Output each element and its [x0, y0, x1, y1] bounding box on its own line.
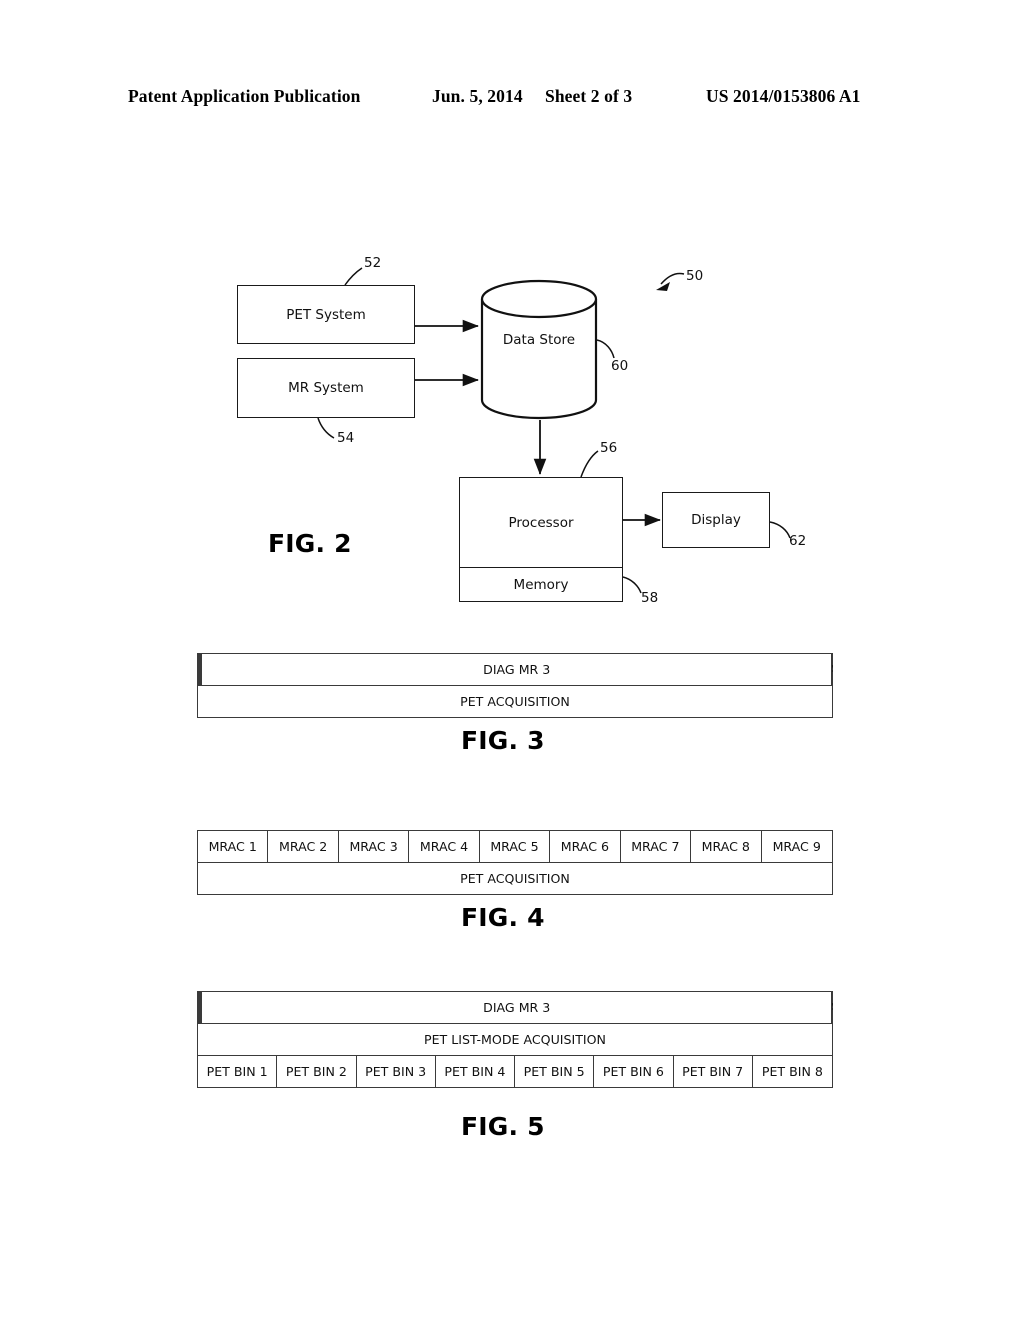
figure-3-caption: FIG. 3	[461, 726, 545, 755]
reference-numeral-56: 56	[600, 440, 618, 456]
timing-cell: PET BIN 8	[761, 1064, 823, 1079]
timing-cell: MRAC 8	[691, 831, 762, 862]
figure-5-timing-table: MRAC 1DIAG MR 1DIAG MR 2MRAC 2DIAG MR 3M…	[197, 991, 833, 1088]
figure-5-pet-row: PET LIST-MODE ACQUISITION	[198, 1023, 832, 1055]
timing-cell: PET BIN 2	[277, 1056, 357, 1087]
timing-cell: DIAG MR 3	[202, 654, 833, 685]
block-processor-label: Processor	[508, 514, 574, 531]
figure-5-mr-row: MRAC 1DIAG MR 1DIAG MR 2MRAC 2DIAG MR 3M…	[198, 992, 833, 1023]
figure-3-pet-acquisition-cell: PET ACQUISITION	[460, 694, 570, 709]
figure-5-bin-row: PET BIN 1 PET BIN 2 PET BIN 3 PET BIN 4 PET …	[198, 1055, 832, 1087]
figure-5-caption: FIG. 5	[461, 1112, 545, 1141]
figure-5-pet-listmode-cell: PET LIST-MODE ACQUISITION	[424, 1032, 606, 1047]
block-mr-system-label: MR System	[288, 380, 364, 396]
figure-4-timing-table: MRAC 1 MRAC 2 MRAC 3 MRAC 4 MRAC 5 MRAC 6 MRAC…	[197, 830, 833, 895]
block-display-label: Display	[691, 512, 741, 528]
figure-3-timing-table: MRAC 1DIAG MR 1DIAG MR 2MRAC 2DIAG MR 3M…	[197, 653, 833, 718]
timing-cell: MRAC 9	[772, 839, 821, 854]
reference-numeral-50: 50	[686, 268, 704, 284]
figure-3-mr-row: MRAC 1DIAG MR 1DIAG MR 2MRAC 2DIAG MR 3M…	[198, 654, 833, 685]
block-memory-label: Memory	[513, 576, 569, 593]
timing-cell: MRAC 4	[409, 831, 480, 862]
reference-numeral-62: 62	[789, 533, 807, 549]
figure-2-caption: FIG. 2	[268, 529, 352, 558]
timing-cell: DIAG MR 3	[202, 992, 833, 1023]
figure-4-caption: FIG. 4	[461, 903, 545, 932]
block-data-store: Data Store	[480, 279, 598, 420]
timing-cell: MRAC 3	[832, 654, 833, 685]
timing-cell: MRAC 3	[339, 831, 410, 862]
block-data-store-label: Data Store	[502, 332, 576, 348]
timing-cell: PET BIN 6	[594, 1056, 674, 1087]
figure-4-pet-row: PET ACQUISITION	[198, 862, 832, 894]
figure-4-mr-row: MRAC 1 MRAC 2 MRAC 3 MRAC 4 MRAC 5 MRAC 6 MRAC…	[198, 831, 832, 862]
figure-4-pet-acquisition-cell: PET ACQUISITION	[460, 871, 570, 886]
reference-numeral-58: 58	[641, 590, 659, 606]
reference-numeral-60: 60	[611, 358, 629, 374]
block-pet-system-label: PET System	[286, 306, 366, 323]
block-memory: Memory	[459, 567, 623, 602]
timing-cell: PET BIN 1	[198, 1056, 278, 1087]
timing-cell: MRAC 5	[480, 831, 551, 862]
figure-2: PET System MR System Data Store Processo…	[0, 0, 1024, 640]
block-display: Display	[662, 492, 770, 548]
block-mr-system: MR System	[237, 358, 415, 418]
block-pet-system: PET System	[237, 285, 415, 344]
timing-cell: MRAC 2	[268, 831, 339, 862]
timing-cell: PET BIN 3	[357, 1056, 436, 1087]
cylinder-icon	[480, 279, 598, 420]
block-processor: Processor	[459, 477, 623, 567]
timing-cell: PET BIN 5	[515, 1056, 595, 1087]
figure-3-pet-row: PET ACQUISITION	[198, 685, 832, 717]
reference-numeral-52: 52	[364, 255, 382, 271]
timing-cell: PET BIN 7	[674, 1056, 753, 1087]
timing-cell: MRAC 6	[550, 831, 621, 862]
timing-cell: MRAC 3	[832, 992, 833, 1023]
timing-cell: PET BIN 4	[436, 1056, 515, 1087]
timing-cell: MRAC 7	[621, 831, 692, 862]
reference-numeral-54: 54	[337, 430, 355, 446]
timing-cell: MRAC 1	[198, 831, 269, 862]
